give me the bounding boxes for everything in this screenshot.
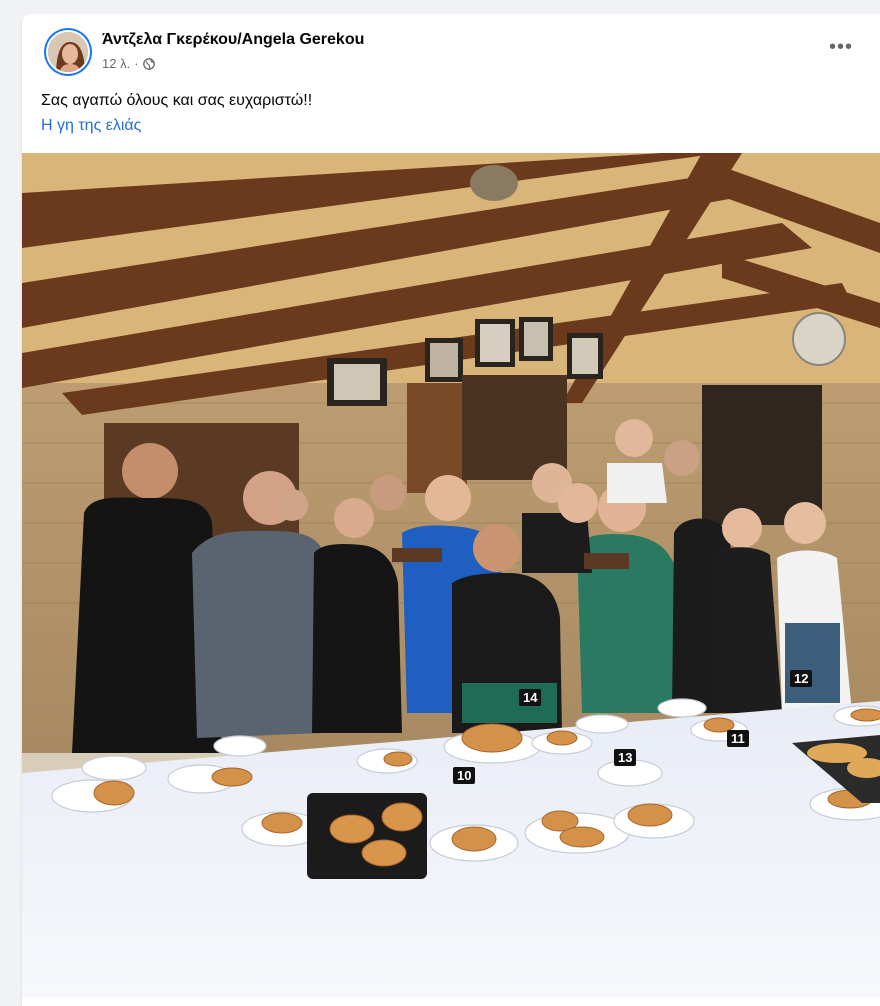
meta-separator: · — [134, 56, 139, 71]
post-card: Άντζελα Γκερέκου/Angela Gerekou 12 λ. · … — [22, 14, 880, 1006]
table-number-tag: 12 — [790, 670, 813, 687]
author-name[interactable]: Άντζελα Γκερέκου/Angela Gerekou — [102, 31, 364, 49]
more-options-button[interactable]: ••• — [824, 37, 858, 66]
post-meta: 12 λ. · — [102, 56, 155, 71]
globe-icon — [142, 57, 155, 70]
post-header: Άντζελα Γκερέκου/Angela Gerekou 12 λ. · … — [22, 14, 880, 84]
table-number-tag: 13 — [614, 749, 637, 766]
table-number-tag: 10 — [453, 767, 476, 784]
table-number-tag: 14 — [519, 689, 542, 706]
post-time[interactable]: 12 λ. — [102, 56, 130, 71]
post-text: Σας αγαπώ όλους και σας ευχαριστώ!! — [41, 92, 313, 109]
post-photo[interactable]: 10 11 13 14 12 — [22, 153, 880, 998]
author-avatar[interactable] — [44, 28, 92, 76]
post-hashtag-link[interactable]: Η γη της ελιάς — [41, 117, 141, 135]
table-number-tag: 11 — [727, 730, 749, 747]
avatar-image — [46, 30, 90, 74]
group-photo — [22, 153, 880, 998]
